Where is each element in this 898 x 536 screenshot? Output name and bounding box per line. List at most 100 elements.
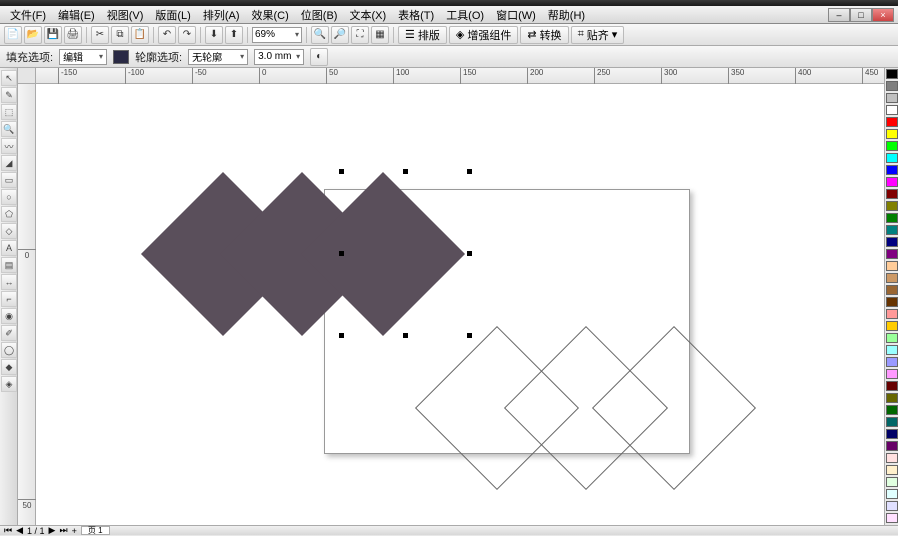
zoom-in-icon[interactable]: 🔍 [311,26,329,44]
palette-swatch[interactable] [886,69,898,79]
palette-swatch[interactable] [886,165,898,175]
palette-swatch[interactable] [886,417,898,427]
menu-help[interactable]: 帮助(H) [542,5,591,25]
menu-table[interactable]: 表格(T) [392,5,440,25]
ruler-origin[interactable] [18,68,36,84]
crop-tool-icon[interactable]: ⬚ [1,104,17,120]
selection-handle-ml[interactable] [339,251,344,256]
connector-tool-icon[interactable]: ⌐ [1,291,17,307]
redo-icon[interactable]: ↷ [178,26,196,44]
palette-swatch[interactable] [886,213,898,223]
palette-swatch[interactable] [886,309,898,319]
palette-swatch[interactable] [886,513,898,523]
selection-handle-bl[interactable] [339,333,344,338]
menu-tools[interactable]: 工具(O) [440,5,490,25]
page-nav-prev-icon[interactable]: ◀ [16,525,23,536]
open-icon[interactable]: 📂 [24,26,42,44]
cut-icon[interactable]: ✂ [91,26,109,44]
zoom-out-icon[interactable]: 🔎 [331,26,349,44]
fill-tool-icon[interactable]: ◆ [1,359,17,375]
outline-color-icon[interactable]: ◐ [310,48,328,66]
palette-swatch[interactable] [886,369,898,379]
zhuanhuan-button[interactable]: ⇄转换 [520,26,568,44]
palette-swatch[interactable] [886,249,898,259]
import-icon[interactable]: ⬇ [205,26,223,44]
grid-icon[interactable]: ▦ [371,26,389,44]
new-icon[interactable]: 📄 [4,26,22,44]
palette-swatch[interactable] [886,477,898,487]
palette-swatch[interactable] [886,117,898,127]
palette-swatch[interactable] [886,201,898,211]
export-icon[interactable]: ⬆ [225,26,243,44]
fill-color-swatch[interactable] [113,50,129,64]
rectangle-tool-icon[interactable]: ▭ [1,172,17,188]
vertical-ruler[interactable]: 0 50 [18,84,36,525]
zengqiang-button[interactable]: ◈增强组件 [449,26,518,44]
menu-file[interactable]: 文件(F) [4,5,52,25]
palette-swatch[interactable] [886,321,898,331]
shape-tool-icon[interactable]: ✎ [1,87,17,103]
palette-swatch[interactable] [886,381,898,391]
text-tool-icon[interactable]: A [1,240,17,256]
page-nav-first-icon[interactable]: ⏮ [4,525,12,536]
paste-icon[interactable]: 📋 [131,26,149,44]
save-icon[interactable]: 💾 [44,26,62,44]
tiezhi-button[interactable]: ⌗贴齐▾ [571,26,625,44]
palette-swatch[interactable] [886,237,898,247]
outline-width-select[interactable]: 3.0 mm [254,49,304,65]
menu-window[interactable]: 窗口(W) [490,5,542,25]
blend-tool-icon[interactable]: ◉ [1,308,17,324]
ellipse-tool-icon[interactable]: ○ [1,189,17,205]
palette-swatch[interactable] [886,405,898,415]
page-nav-last-icon[interactable]: ⏭ [59,525,67,536]
palette-swatch[interactable] [886,261,898,271]
menu-effects[interactable]: 效果(C) [246,5,295,25]
smartfill-tool-icon[interactable]: ◢ [1,155,17,171]
basic-shapes-tool-icon[interactable]: ◇ [1,223,17,239]
selection-handle-br[interactable] [467,333,472,338]
horizontal-ruler[interactable]: -150 -100 -50 0 50 100 150 200 250 300 3… [36,68,884,84]
print-icon[interactable]: 🖨 [64,26,82,44]
palette-swatch[interactable] [886,141,898,151]
window-minimize-button[interactable]: – [828,8,850,22]
pick-tool-icon[interactable]: ↖ [1,70,17,86]
fullscreen-icon[interactable]: ⛶ [351,26,369,44]
palette-swatch[interactable] [886,465,898,475]
palette-swatch[interactable] [886,273,898,283]
palette-swatch[interactable] [886,81,898,91]
menu-arrange[interactable]: 排列(A) [197,5,246,25]
palette-swatch[interactable] [886,129,898,139]
zoom-tool-icon[interactable]: 🔍 [1,121,17,137]
selection-handle-mr[interactable] [467,251,472,256]
eyedropper-tool-icon[interactable]: ✐ [1,325,17,341]
menu-view[interactable]: 视图(V) [101,5,150,25]
palette-swatch[interactable] [886,105,898,115]
paibian-button[interactable]: ☰排版 [398,26,447,44]
selection-handle-bc[interactable] [403,333,408,338]
palette-swatch[interactable] [886,189,898,199]
freehand-tool-icon[interactable]: 〰 [1,138,17,154]
palette-swatch[interactable] [886,441,898,451]
polygon-tool-icon[interactable]: ⬠ [1,206,17,222]
page-nav-next-icon[interactable]: ▶ [49,525,56,536]
outline-options-select[interactable]: 无轮廓 [188,49,248,65]
canvas[interactable] [36,84,884,525]
palette-swatch[interactable] [886,153,898,163]
palette-swatch[interactable] [886,453,898,463]
window-close-button[interactable]: × [872,8,894,22]
copy-icon[interactable]: ⧉ [111,26,129,44]
fill-options-select[interactable]: 编辑 [59,49,107,65]
window-maximize-button[interactable]: □ [850,8,872,22]
palette-swatch[interactable] [886,501,898,511]
page-add-icon[interactable]: + [72,526,77,536]
zoom-level-select[interactable]: 69% [252,27,302,43]
palette-swatch[interactable] [886,333,898,343]
menu-edit[interactable]: 编辑(E) [52,5,101,25]
menu-layout[interactable]: 版面(L) [149,5,196,25]
palette-swatch[interactable] [886,297,898,307]
menu-text[interactable]: 文本(X) [343,5,392,25]
palette-swatch[interactable] [886,393,898,403]
palette-swatch[interactable] [886,93,898,103]
palette-swatch[interactable] [886,357,898,367]
undo-icon[interactable]: ↶ [158,26,176,44]
